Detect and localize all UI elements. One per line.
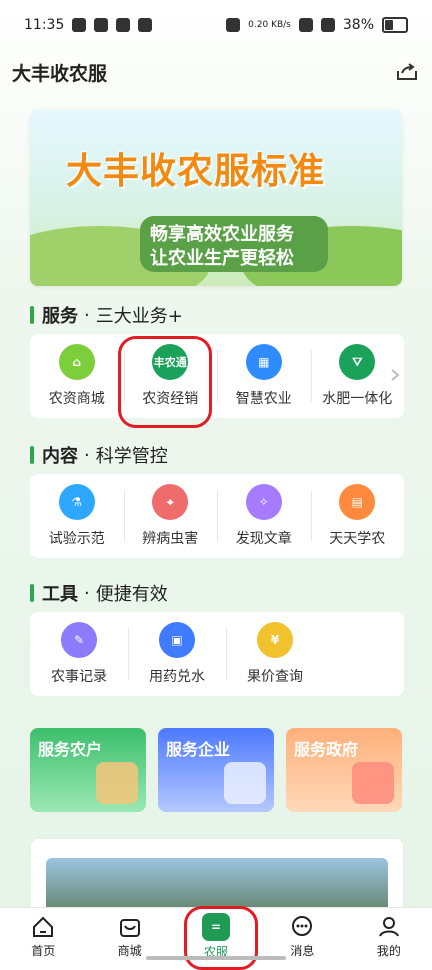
section-accent — [30, 306, 34, 324]
government-illustration — [352, 762, 394, 804]
discover-icon: ✧ — [245, 484, 282, 520]
section-accent — [30, 446, 34, 464]
share-icon[interactable] — [394, 60, 420, 84]
vibrate-icon — [226, 18, 241, 32]
content-grid: ⚗ 试验示范 ⌖ 辨病虫害 ✧ 发现文章 ▤ 天天学农 — [30, 474, 404, 558]
separator-dot: · — [84, 582, 90, 604]
scan-bug-icon: ⌖ — [152, 484, 189, 520]
farmer-illustration — [96, 762, 138, 804]
app-header: 大丰收农服 — [0, 50, 432, 94]
item-label: 试验示范 — [48, 531, 105, 547]
banner-line2: 让农业生产更轻松 — [150, 248, 294, 269]
item-label: 农事记录 — [51, 669, 107, 685]
banner-line1: 畅享高效农业服务 — [150, 224, 294, 245]
content-item[interactable]: ⚗ 试验示范 — [30, 474, 124, 558]
app-icon — [94, 18, 109, 32]
service-item[interactable]: ⌂ 农资商城 — [30, 334, 124, 418]
home-icon — [30, 914, 56, 940]
service-enterprise-card[interactable]: 服务企业 — [158, 728, 274, 812]
store-icon: ⌂ — [58, 344, 95, 380]
tool-item[interactable]: ¥ 果价查询 — [226, 612, 324, 696]
tool-item[interactable]: ✎ 农事记录 — [30, 612, 128, 696]
item-label: 辨病虫害 — [142, 531, 199, 547]
profile-icon — [376, 914, 402, 940]
sim-icon — [298, 18, 313, 32]
service-item[interactable]: ⛛ 水肥一体化 — [310, 334, 406, 418]
card-label: 服务企业 — [166, 740, 231, 759]
content-item[interactable]: ⌖ 辨病虫害 — [123, 474, 218, 558]
section-subtitle: 便捷有效 — [95, 584, 168, 605]
page-title: 大丰收农服 — [12, 62, 108, 85]
building-illustration — [224, 762, 266, 804]
content-item[interactable]: ▤ 天天学农 — [310, 474, 405, 558]
item-label: 农资经销 — [142, 391, 199, 407]
service-government-card[interactable]: 服务政府 — [286, 728, 402, 812]
content-item[interactable]: ✧ 发现文章 — [217, 474, 311, 558]
book-icon: ▤ — [339, 484, 376, 520]
tools-grid: ✎ 农事记录 ▣ 用药兑水 ¥ 果价查询 — [30, 612, 404, 696]
irrigation-icon: ⛛ — [339, 344, 376, 380]
section-title-content: 内容 · 科学管控 — [30, 442, 168, 468]
mall-icon — [117, 914, 143, 940]
card-label: 服务政府 — [294, 740, 359, 759]
section-title-service: 服务 · 三大业务+ — [30, 302, 183, 328]
item-label: 智慧农业 — [235, 391, 292, 407]
tab-label: 商城 — [117, 943, 142, 958]
tool-item[interactable]: ▣ 用药兑水 — [128, 612, 226, 696]
item-label: 发现文章 — [235, 531, 292, 547]
section-title: 服务 — [42, 306, 78, 327]
wifi-icon — [320, 18, 335, 32]
separator-dot: · — [84, 304, 90, 326]
item-label: 果价查询 — [247, 669, 303, 685]
tab-profile[interactable]: 我的 — [346, 908, 432, 964]
tab-label: 首页 — [31, 943, 56, 958]
smart-farm-icon: ▦ — [245, 344, 282, 380]
section-title: 内容 — [42, 446, 78, 467]
separator-dot: · — [84, 444, 90, 466]
service-farmer-card[interactable]: 服务农户 — [30, 728, 146, 812]
status-bar: 11:35 0.20 KB/s 38% — [0, 0, 432, 50]
chevron-right-icon[interactable] — [384, 364, 406, 386]
app-icon — [116, 18, 131, 32]
flask-icon: ⚗ — [58, 484, 95, 520]
item-label: 水肥一体化 — [322, 391, 393, 407]
section-accent — [30, 584, 34, 602]
notification-icon — [72, 18, 87, 32]
tab-label: 我的 — [376, 943, 401, 958]
dosage-icon: ▣ — [159, 622, 195, 658]
section-subtitle: 三大业务+ — [95, 306, 183, 327]
price-tag-icon: ¥ — [257, 622, 293, 658]
battery-icon — [382, 17, 408, 33]
service-grid: ⌂ 农资商城 丰农通 农资经销 ▦ 智慧农业 ⛛ 水肥一体化 — [30, 334, 404, 418]
tab-label: 消息 — [290, 943, 315, 958]
section-subtitle: 科学管控 — [95, 446, 168, 467]
message-icon — [289, 914, 315, 940]
banner-headline: 大丰收农服标准 — [66, 151, 326, 192]
promo-banner[interactable]: 大丰收农服标准 畅享高效农业服务 让农业生产更轻松 — [30, 110, 402, 286]
status-time: 11:35 — [24, 17, 65, 33]
notebook-icon: ✎ — [61, 622, 97, 658]
service-item[interactable]: 丰农通 农资经销 — [123, 334, 218, 418]
fengnongtong-logo: 丰农通 — [152, 344, 189, 380]
service-cards: 服务农户 服务企业 服务政府 — [30, 728, 404, 812]
tab-home[interactable]: 首页 — [0, 908, 86, 964]
service-item[interactable]: ▦ 智慧农业 — [217, 334, 311, 418]
section-title-tools: 工具 · 便捷有效 — [30, 580, 168, 606]
section-title: 工具 — [42, 584, 78, 605]
battery-percent: 38% — [342, 17, 374, 33]
item-label: 天天学农 — [329, 531, 386, 547]
agri-service-icon: = — [202, 912, 231, 941]
card-label: 服务农户 — [38, 740, 103, 759]
item-label: 用药兑水 — [149, 669, 205, 685]
app-icon — [138, 18, 153, 32]
item-label: 农资商城 — [48, 391, 105, 407]
net-speed: 0.20 KB/s — [248, 20, 291, 30]
home-indicator — [146, 956, 286, 960]
